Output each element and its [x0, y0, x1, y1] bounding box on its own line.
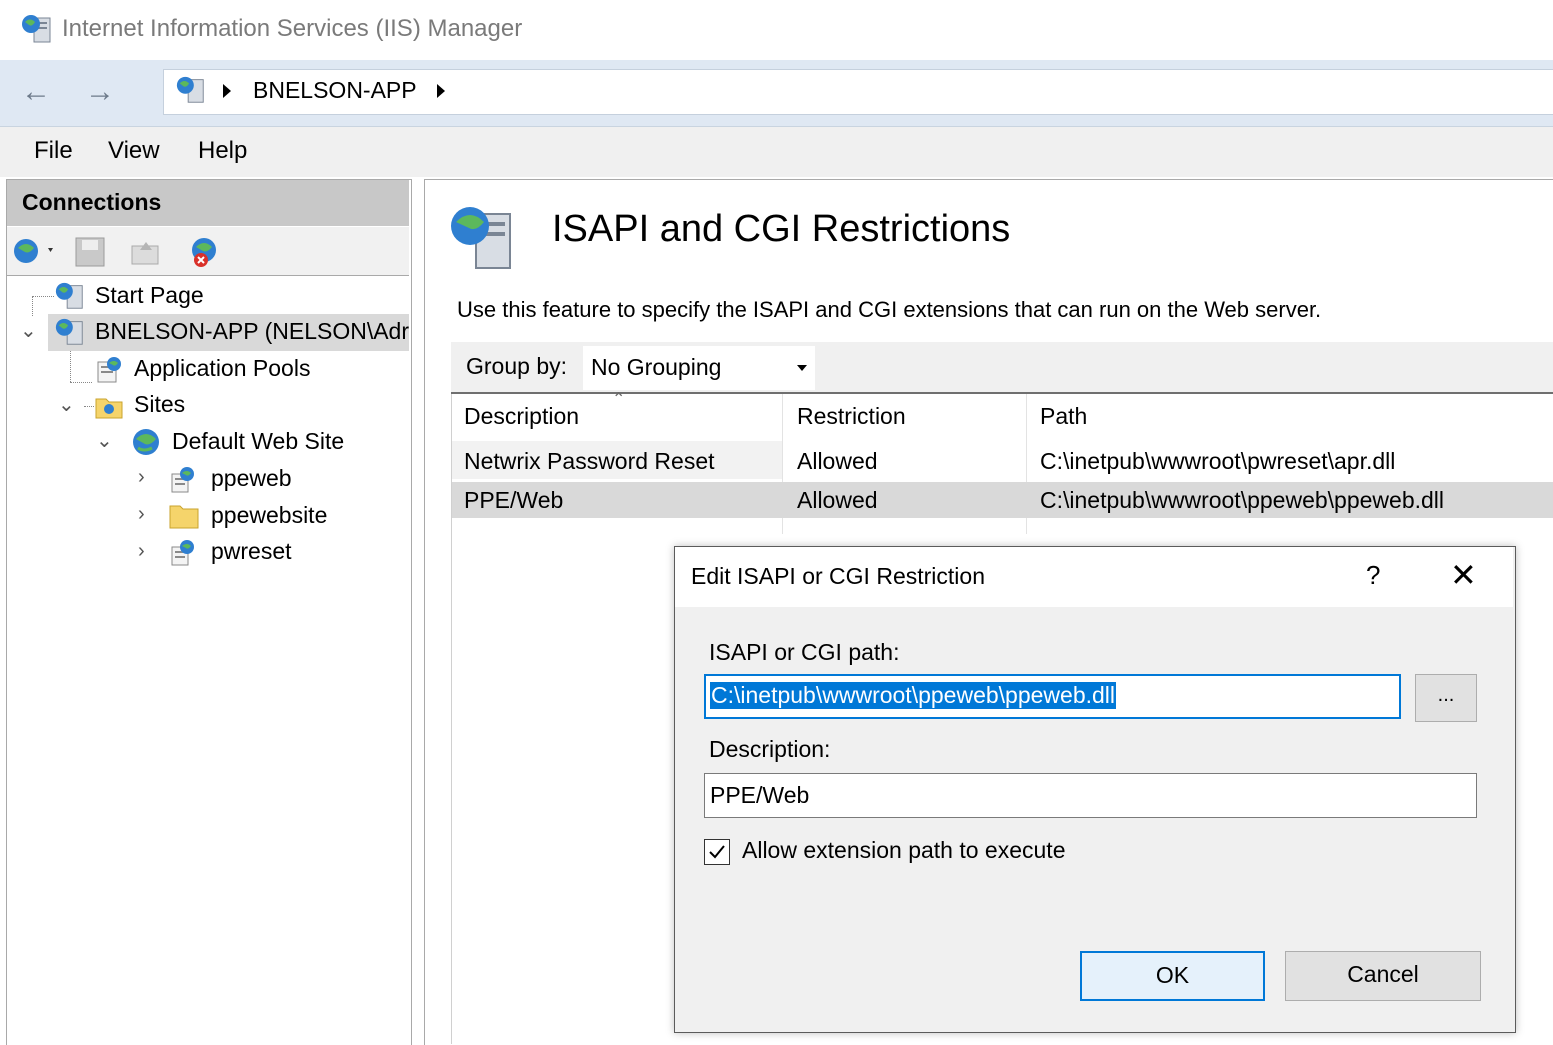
- browse-button[interactable]: ...: [1415, 674, 1477, 722]
- allow-execute-checkbox[interactable]: [704, 839, 730, 865]
- row-path: C:\inetpub\wwwroot\pwreset\apr.dll: [1040, 448, 1396, 474]
- dialog-title: Edit ISAPI or CGI Restriction: [691, 563, 985, 589]
- menu-view[interactable]: View: [108, 137, 160, 165]
- menu-file[interactable]: File: [34, 137, 73, 165]
- row-restriction: Allowed: [797, 487, 878, 513]
- chevron-right-icon[interactable]: ›: [138, 466, 145, 489]
- path-input-value: C:\inetpub\wwwroot\ppeweb\ppeweb.dll: [710, 682, 1117, 709]
- crumb-server[interactable]: BNELSON-APP: [253, 77, 417, 104]
- group-by-label: Group by:: [466, 353, 567, 379]
- chevron-down-icon[interactable]: ⌄: [58, 392, 75, 417]
- group-by-dropdown[interactable]: No Grouping: [583, 346, 815, 390]
- page-title: ISAPI and CGI Restrictions: [552, 208, 1011, 250]
- tree-item-ppeweb[interactable]: ppeweb: [211, 465, 292, 492]
- sites-folder-icon: [95, 398, 123, 419]
- cancel-button[interactable]: Cancel: [1285, 951, 1481, 1001]
- tree-connector: [32, 296, 33, 316]
- web-application-icon: [171, 467, 194, 493]
- back-button[interactable]: ←: [18, 74, 54, 110]
- tree-item-sites[interactable]: Sites: [134, 391, 185, 418]
- chevron-right-icon[interactable]: ›: [138, 540, 145, 563]
- disconnect-icon[interactable]: [188, 234, 224, 270]
- chevron-down-icon[interactable]: ⌄: [20, 318, 37, 343]
- description-label: Description:: [709, 736, 831, 762]
- feature-description: Use this feature to specify the ISAPI an…: [457, 297, 1322, 322]
- connections-header: Connections: [7, 180, 409, 226]
- forward-arrow-icon: →: [85, 75, 115, 108]
- connect-globe-icon[interactable]: [12, 236, 60, 268]
- tree-item-start-page[interactable]: Start Page: [95, 282, 204, 309]
- tree-connector: [70, 382, 92, 383]
- allow-execute-label[interactable]: Allow extension path to execute: [742, 837, 1065, 864]
- back-arrow-icon: ←: [21, 75, 51, 108]
- crumb-separator-icon[interactable]: [223, 84, 231, 98]
- chevron-down-icon: [797, 365, 807, 371]
- tree-connector: [70, 346, 71, 382]
- help-button[interactable]: ?: [1366, 560, 1380, 591]
- sort-ascending-icon: ⌃: [612, 391, 626, 408]
- website-globe-icon: [133, 429, 159, 455]
- server-icon: [55, 318, 83, 345]
- tree-item-server[interactable]: BNELSON-APP (NELSON\Adr: [95, 318, 409, 345]
- group-by-value: No Grouping: [591, 354, 722, 380]
- feature-icon: [451, 207, 511, 269]
- tree-connector: [84, 406, 94, 407]
- tree-item-pwreset[interactable]: pwreset: [211, 538, 292, 565]
- chevron-right-icon[interactable]: ›: [138, 503, 145, 526]
- tree-item-default-web-site[interactable]: Default Web Site: [172, 428, 344, 455]
- tree-connector: [32, 296, 54, 297]
- close-icon[interactable]: ✕: [1450, 556, 1477, 594]
- window-title: Internet Information Services (IIS) Mana…: [62, 15, 523, 42]
- path-input[interactable]: C:\inetpub\wwwroot\ppeweb\ppeweb.dll: [704, 674, 1401, 719]
- save-icon[interactable]: [74, 236, 106, 268]
- row-description: Netwrix Password Reset: [464, 448, 715, 474]
- menu-help[interactable]: Help: [198, 137, 247, 165]
- column-header-description[interactable]: Description: [464, 403, 579, 430]
- checkmark-icon: [709, 845, 725, 859]
- forward-button[interactable]: →: [82, 74, 118, 110]
- application-pools-icon: [97, 357, 121, 383]
- crumb-separator-icon[interactable]: [437, 84, 445, 98]
- row-restriction: Allowed: [797, 448, 878, 474]
- row-description: PPE/Web: [464, 487, 564, 513]
- chevron-down-icon[interactable]: ⌄: [96, 428, 113, 453]
- path-label: ISAPI or CGI path:: [709, 639, 900, 665]
- description-input-value: PPE/Web: [710, 782, 810, 808]
- start-page-icon: [55, 282, 83, 309]
- column-header-restriction[interactable]: Restriction: [797, 403, 906, 430]
- iis-app-icon: [22, 15, 51, 43]
- ok-button[interactable]: OK: [1080, 951, 1265, 1001]
- tree-item-application-pools[interactable]: Application Pools: [134, 355, 310, 382]
- up-level-icon[interactable]: [130, 236, 162, 268]
- row-path: C:\inetpub\wwwroot\ppeweb\ppeweb.dll: [1040, 487, 1445, 513]
- window-titlebar: Internet Information Services (IIS) Mana…: [0, 0, 1553, 60]
- folder-icon: [169, 505, 199, 529]
- server-crumb-icon: [176, 76, 204, 103]
- web-application-icon: [171, 540, 194, 566]
- column-header-path[interactable]: Path: [1040, 403, 1087, 430]
- tree-item-ppewebsite[interactable]: ppewebsite: [211, 502, 327, 529]
- description-input[interactable]: PPE/Web: [704, 773, 1477, 818]
- connections-title: Connections: [22, 189, 162, 215]
